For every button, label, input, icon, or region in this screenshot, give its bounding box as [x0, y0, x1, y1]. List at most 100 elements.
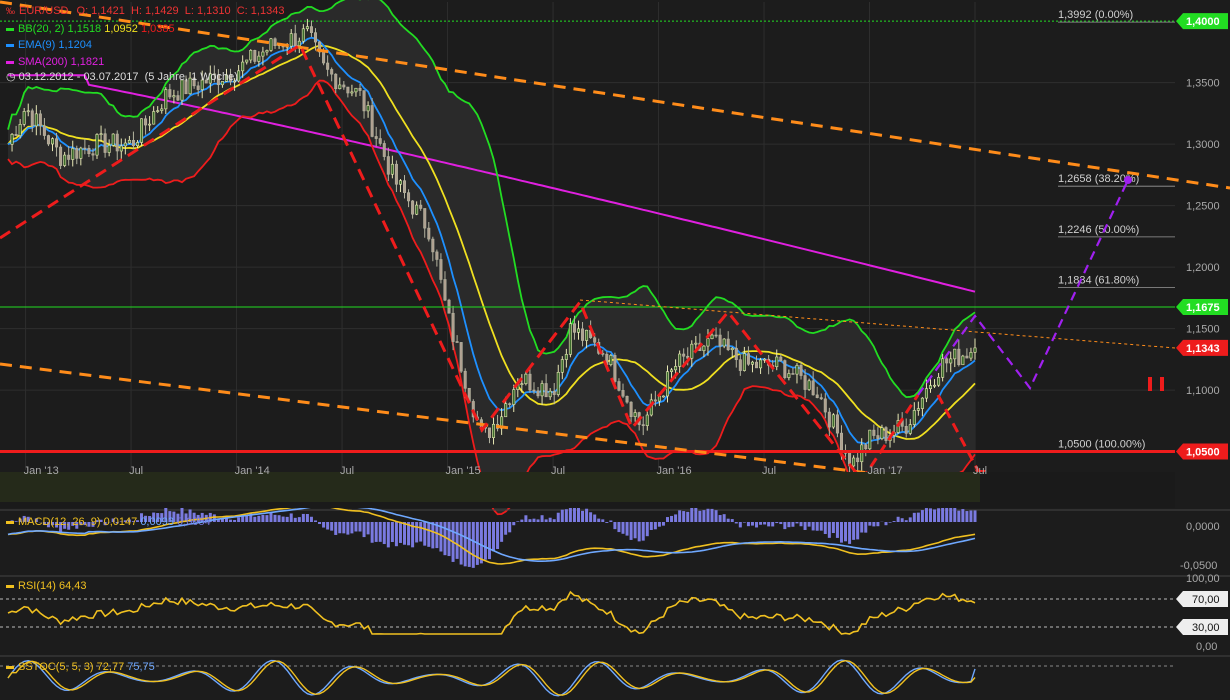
macd-bar — [467, 522, 471, 567]
candle-body — [965, 355, 969, 359]
macd-bar — [492, 522, 496, 552]
macd-bar — [403, 522, 407, 545]
candle-body — [419, 204, 423, 209]
candle-body — [123, 142, 127, 147]
sma-value: 1,1821 — [70, 56, 105, 68]
candle-body — [544, 383, 548, 398]
candle-body — [831, 414, 835, 428]
macd-bar — [257, 515, 261, 522]
candle-body — [803, 375, 807, 390]
time-axis-band — [0, 472, 980, 502]
candle-body — [750, 361, 754, 365]
candle-body — [775, 356, 779, 368]
candle-body — [941, 358, 945, 378]
macd-bar — [504, 522, 508, 535]
macd-bar — [398, 522, 402, 543]
candle-body — [884, 427, 888, 441]
bb-lower-value: 1,0385 — [140, 23, 175, 35]
price-tick: 1,2500 — [1186, 201, 1220, 213]
macd-bar — [734, 522, 738, 524]
macd-bar — [746, 522, 750, 527]
rsi-line — [7, 590, 976, 635]
macd-bar — [273, 514, 277, 522]
macd-bar — [815, 522, 819, 531]
candle-body — [38, 113, 42, 127]
macd-bar — [714, 510, 718, 522]
stoch-label: SSTOC(5, 5, 3) — [18, 661, 94, 673]
macd-bar — [483, 522, 487, 560]
candle-body — [75, 148, 79, 159]
candle-body — [269, 38, 273, 51]
candle-body — [301, 28, 305, 42]
candle-body — [576, 328, 580, 333]
time-tick: Jul — [973, 465, 987, 477]
candle-body — [953, 348, 957, 360]
candle-body — [799, 365, 803, 376]
macd-bar — [585, 508, 589, 522]
macd-bar — [629, 522, 633, 540]
macd-bar — [419, 522, 423, 542]
candle-body — [815, 394, 819, 398]
macd-bar — [390, 522, 394, 542]
candle-body — [427, 227, 431, 240]
candle-body — [423, 208, 427, 229]
candle-body — [403, 180, 407, 193]
candle-body — [487, 427, 491, 438]
candle-body — [289, 33, 293, 47]
macd-bar — [293, 517, 297, 522]
macd-bar — [532, 518, 536, 522]
price-tag-label: 1,4000 — [1186, 16, 1220, 28]
chart-logo-icon: ‰ — [6, 6, 15, 16]
candle-body — [245, 59, 249, 63]
candle-body — [107, 145, 111, 153]
candle-body — [609, 355, 613, 365]
macd-bar — [722, 514, 726, 522]
macd-bar — [807, 522, 811, 527]
candle-body — [552, 390, 556, 395]
macd-bar — [516, 521, 520, 522]
macd-bar — [657, 522, 661, 527]
macd-bar — [787, 522, 791, 528]
macd-bar — [666, 517, 670, 522]
chart-canvas[interactable]: 1,3992 (0.00%)1,2658 (38.20%)1,2246 (50.… — [0, 0, 1230, 700]
candle-body — [783, 360, 787, 378]
candle-body — [937, 377, 941, 386]
macd-bar — [799, 522, 803, 527]
candle-body — [358, 87, 362, 91]
candle-body — [678, 353, 682, 367]
macd-bar — [839, 522, 843, 543]
candle-body — [710, 334, 714, 340]
candle-body — [763, 358, 767, 361]
macd-bar — [229, 519, 233, 522]
macd-bar — [678, 510, 682, 522]
candle-body — [103, 133, 107, 153]
candle-body — [273, 38, 277, 46]
candle-body — [564, 354, 568, 360]
candle-body — [378, 138, 382, 144]
macd-bar — [253, 516, 257, 522]
candle-body — [144, 118, 148, 126]
candle-body — [811, 380, 815, 396]
macd-bar — [892, 521, 896, 522]
candle-body — [961, 355, 965, 366]
price-tag-label: 1,1675 — [1186, 302, 1220, 314]
macd-bar — [233, 519, 237, 522]
macd-bar — [334, 522, 338, 535]
candle-body — [354, 87, 358, 93]
price-tick: 1,3000 — [1186, 139, 1220, 151]
candle-body — [439, 259, 443, 280]
candle-body — [148, 123, 152, 126]
candle-body — [160, 108, 164, 111]
candle-body — [536, 390, 540, 397]
macd-bar — [726, 518, 730, 522]
candle-body — [904, 426, 908, 434]
macd-bar — [750, 522, 754, 526]
candle-body — [305, 26, 309, 30]
candle-body — [42, 125, 46, 136]
macd-bar — [330, 522, 334, 531]
time-tick: Jul — [551, 465, 565, 477]
candle-body — [593, 337, 597, 343]
macd-bar — [690, 507, 694, 522]
macd-bar — [641, 522, 645, 541]
macd-bar — [868, 522, 872, 526]
